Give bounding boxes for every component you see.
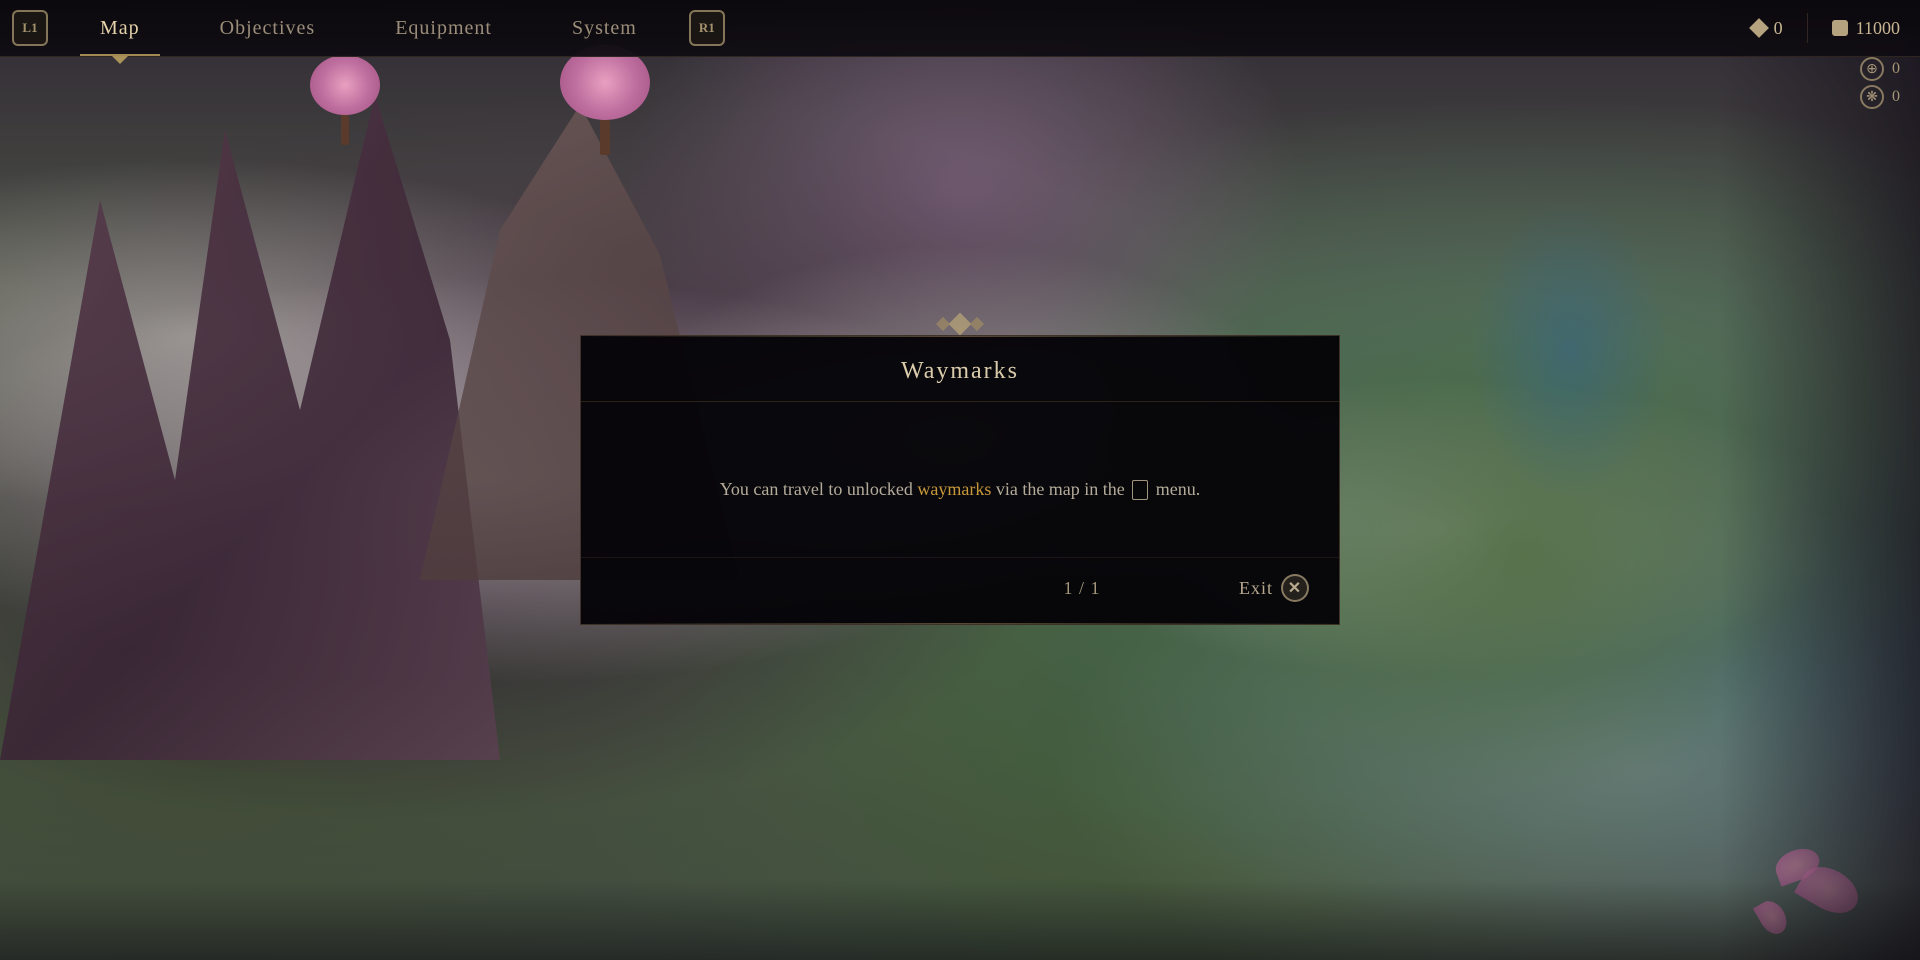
globe-icon: ⊕: [1860, 57, 1884, 81]
crystal-icon: ❋: [1860, 85, 1884, 109]
diamond-icon: [1749, 18, 1769, 38]
page-total: 1: [1091, 578, 1101, 598]
dialog-title: Waymarks: [611, 358, 1309, 385]
pink-tree-left: [310, 55, 380, 145]
dialog-text-pre: You can travel to unlocked: [720, 479, 918, 499]
l1-badge[interactable]: L1: [12, 10, 48, 46]
dialog-body-text: You can travel to unlocked waymarks via …: [720, 475, 1201, 504]
stop-value: 11000: [1856, 18, 1900, 39]
nav-tabs: Map Objectives Equipment System: [60, 0, 677, 56]
tab-equipment[interactable]: Equipment: [355, 0, 532, 56]
crystal-row: ❋ 0: [1860, 85, 1900, 109]
dialog-footer: 1 / 1 Exit ✕: [581, 557, 1339, 624]
pink-tree-center: [560, 45, 650, 155]
diamond-currency: 0: [1752, 18, 1783, 39]
globe-row: ⊕ 0: [1860, 57, 1900, 81]
exit-label: Exit: [1239, 578, 1273, 599]
dialog-text-end: menu.: [1156, 479, 1201, 499]
r1-badge[interactable]: R1: [689, 10, 725, 46]
diamond-value: 0: [1774, 18, 1783, 39]
page-current: 1: [1063, 578, 1073, 598]
terrain-water: [1470, 200, 1670, 500]
tab-active-arrow: [112, 56, 128, 64]
top-navigation: L1 Map Objectives Equipment System R1 0 …: [0, 0, 1920, 57]
ornament-diamond-sm-right: [970, 317, 984, 331]
dialog-top-line: [581, 336, 1339, 337]
menu-icon-inline: [1132, 480, 1148, 500]
page-indicator: 1 / 1: [925, 578, 1239, 599]
ornament-diamond-main: [949, 313, 972, 336]
waymarks-dialog: Waymarks You can travel to unlocked waym…: [580, 335, 1340, 625]
nav-secondary: ⊕ 0 ❋ 0: [1860, 57, 1900, 109]
crystal-value: 0: [1892, 88, 1900, 106]
tab-map[interactable]: Map: [60, 0, 180, 56]
dialog-ornament: [938, 316, 982, 332]
exit-button[interactable]: Exit ✕: [1239, 574, 1309, 602]
currency-divider: [1807, 13, 1808, 43]
exit-circle-icon: ✕: [1281, 574, 1309, 602]
dialog-text-highlight: waymarks: [917, 479, 991, 499]
dialog-title-bar: Waymarks: [581, 336, 1339, 402]
stop-currency: 11000: [1832, 18, 1900, 39]
tab-system[interactable]: System: [532, 0, 677, 56]
globe-value: 0: [1892, 60, 1900, 78]
dialog-text-post: via the map in the: [991, 479, 1124, 499]
nav-currency-area: 0 11000: [1752, 13, 1920, 43]
tab-objectives[interactable]: Objectives: [180, 0, 356, 56]
tree-trunk: [600, 120, 610, 155]
stop-icon: [1832, 20, 1848, 36]
dialog-bottom-line: [581, 623, 1339, 624]
tree-canopy: [310, 55, 380, 115]
page-separator: /: [1079, 578, 1085, 598]
dialog-content: You can travel to unlocked waymarks via …: [581, 402, 1339, 557]
tree-trunk: [341, 115, 349, 145]
